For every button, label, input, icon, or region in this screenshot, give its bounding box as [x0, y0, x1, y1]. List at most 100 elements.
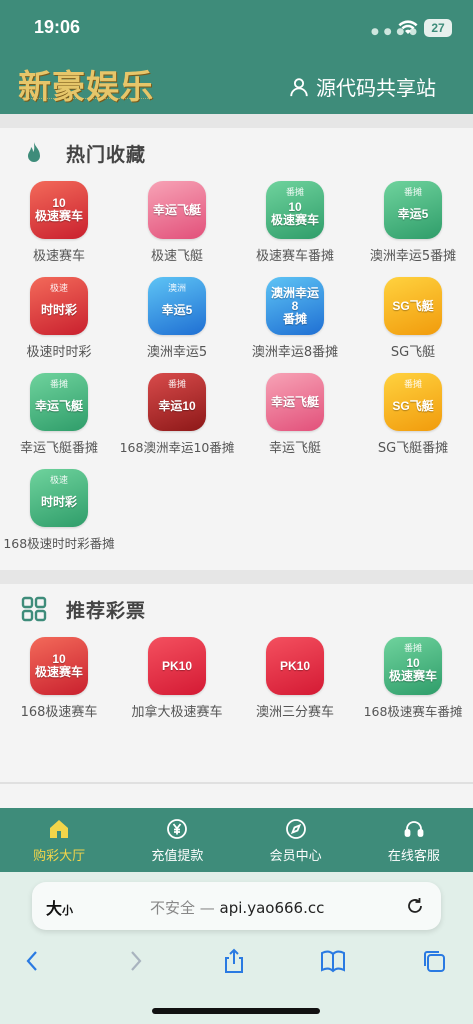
tab-lottery-hall[interactable]: 购彩大厅 [0, 808, 118, 872]
icon-badge: 番摊 [285, 188, 304, 198]
lottery-item-label: 幸运飞艇 [268, 441, 321, 456]
tab-member-center[interactable]: 会员中心 [237, 808, 355, 872]
lottery-item-label: 168极速赛车番摊 [363, 704, 463, 719]
forward-icon[interactable] [122, 948, 148, 974]
share-icon[interactable] [221, 948, 247, 974]
lottery-item[interactable]: PK10 加拿大极速赛车 [118, 634, 236, 730]
lottery-item[interactable]: SG飞艇 SG飞艇 [354, 274, 472, 370]
section-recommended: 推荐彩票 10 极速赛车 168极速赛车 PK10 加拿大极速赛车 PK10 澳洲三分赛车… [0, 584, 473, 730]
headset-icon [404, 821, 424, 837]
lottery-item[interactable]: 番摊 幸运飞艇 幸运飞艇番摊 [0, 370, 118, 466]
tabs-icon[interactable] [421, 948, 447, 974]
lottery-item[interactable]: PK10 澳洲三分赛车 [236, 634, 354, 730]
lottery-logo-icon: 番摊 SG飞艇 [384, 373, 442, 431]
lottery-logo-icon: 极速 时时彩 [30, 469, 88, 527]
lottery-item-label: 幸运飞艇番摊 [19, 441, 98, 456]
tab-label: 在线客服 [387, 849, 440, 864]
lottery-item-label: 极速飞艇 [150, 249, 203, 264]
lottery-item[interactable]: 番摊 幸运10 168澳洲幸运10番摊 [118, 370, 236, 466]
tab-deposit-withdraw[interactable]: 充值提款 [118, 808, 236, 872]
lottery-grid-recommended: 10 极速赛车 168极速赛车 PK10 加拿大极速赛车 PK10 澳洲三分赛车 番摊 10 … [0, 634, 473, 730]
lottery-item[interactable]: 澳洲幸运8 番摊澳洲幸运8番摊 [236, 274, 354, 370]
lottery-item-label: 澳洲幸运8番摊 [251, 345, 339, 360]
lottery-logo-icon: 极速 时时彩 [30, 277, 88, 335]
lottery-item-label: 168极速时时彩番摊 [3, 536, 115, 551]
lottery-logo-icon: 番摊 10 极速赛车 [266, 181, 324, 239]
address-bar[interactable]: 大小 不安全 — api.yao666.cc [32, 882, 441, 930]
icon-badge: 番摊 [167, 380, 186, 390]
lottery-logo-icon: 澳洲 幸运5 [148, 277, 206, 335]
tab-label: 会员中心 [269, 849, 322, 864]
lottery-item[interactable]: 极速 时时彩 168极速时时彩番摊 [0, 466, 118, 562]
text-size-button[interactable]: 大小 [46, 895, 73, 919]
app-header: 19:06 ● ● ● ● 27 新豪娱乐 源代码共享站 [0, 0, 473, 114]
icon-text: 幸运飞艇 [270, 394, 319, 409]
icon-badge: 番摊 [403, 644, 422, 654]
lottery-item[interactable]: 10 极速赛车极速赛车 [0, 178, 118, 274]
icon-badge: 番摊 [403, 188, 422, 198]
lottery-logo-icon: 幸运飞艇 [148, 181, 206, 239]
lottery-item-label: 极速赛车 [32, 249, 85, 264]
lottery-item-label: SG飞艇番摊 [377, 441, 449, 456]
lottery-item[interactable]: 澳洲 幸运5 澳洲幸运5 [118, 274, 236, 370]
lottery-item-label: 极速赛车番摊 [255, 249, 334, 264]
lottery-item[interactable]: 幸运飞艇 幸运飞艇 [236, 370, 354, 466]
lottery-logo-icon: 澳洲幸运8 番摊 [266, 277, 324, 335]
lottery-logo-icon: 番摊幸运5 [384, 181, 442, 239]
icon-text: PK10 [161, 658, 193, 673]
lottery-item-label: 加拿大极速赛车 [131, 705, 223, 720]
icon-text: 10 极速赛车 [34, 196, 83, 223]
lottery-logo-icon: 番摊 10 极速赛车 [384, 637, 442, 695]
lottery-item-label: 澳洲幸运5 [146, 345, 208, 360]
main-content[interactable]: 热门收藏 10 极速赛车 极速赛车 幸运飞艇 极速飞艇 番摊 10 极速赛车 极速赛车番摊番… [0, 114, 473, 808]
content-bottom-divider [0, 782, 473, 784]
icon-badge: 澳洲 [167, 284, 186, 294]
lottery-item[interactable]: 10 极速赛车 168极速赛车 [0, 634, 118, 730]
reload-icon[interactable] [404, 895, 426, 917]
home-icon [50, 820, 69, 838]
section-header: 推荐彩票 [0, 584, 473, 634]
wifi-icon [398, 20, 418, 34]
lottery-grid-hot: 10 极速赛车 极速赛车 幸运飞艇 极速飞艇 番摊 10 极速赛车 极速赛车番摊 番摊 幸运5 澳… [0, 178, 473, 562]
back-icon[interactable] [20, 948, 46, 974]
lottery-item[interactable]: 番摊 10 极速赛车 168极速赛车番摊 [354, 634, 472, 730]
site-account-link[interactable]: 源代码共享站 [288, 72, 436, 101]
lottery-item[interactable]: 极速 时时彩 极速时时彩 [0, 274, 118, 370]
icon-text: 幸运飞艇 [152, 202, 201, 217]
icon-badge: 极速 [49, 476, 68, 486]
icon-badge: 番摊 [403, 380, 422, 390]
tab-label: 购彩大厅 [33, 849, 86, 864]
icon-text: 10 极速赛车 [388, 656, 437, 683]
lottery-item[interactable]: 番摊 SG飞艇 SG飞艇番摊 [354, 370, 472, 466]
icon-text: 10 极速赛车 [34, 652, 83, 679]
tab-online-service[interactable]: 在线客服 [355, 808, 473, 872]
bookmarks-icon[interactable] [320, 948, 346, 974]
section-title: 推荐彩票 [66, 599, 147, 622]
flame-icon [28, 142, 40, 162]
lottery-logo-icon: PK10 [148, 637, 206, 695]
icon-text: 澳洲幸运8 番摊 [270, 285, 319, 326]
bottom-tab-bar: 购彩大厅 充值提款 会员中心 在线客服 [0, 808, 473, 872]
lottery-item[interactable]: 番摊 10 极速赛车极速赛车番摊 [236, 178, 354, 274]
status-time: 19:06 [34, 17, 81, 37]
lottery-item[interactable]: 幸运飞艇 极速飞艇 [118, 178, 236, 274]
icon-text: 幸运飞艇 [34, 398, 83, 413]
icon-text: 幸运5 [397, 206, 429, 221]
lottery-logo-icon: 幸运飞艇 [266, 373, 324, 431]
lottery-logo-icon: 10 极速赛车 [30, 637, 88, 695]
icon-badge: 番摊 [49, 380, 68, 390]
lottery-item-label: 澳洲三分赛车 [255, 705, 334, 720]
site-link-label: 源代码共享站 [316, 76, 436, 100]
battery-indicator: 27 [424, 19, 452, 37]
lottery-item[interactable]: 番摊 幸运5 澳洲幸运5番摊 [354, 178, 472, 274]
yen-icon [167, 819, 188, 839]
grid-icon [21, 596, 47, 622]
icon-text: 10 极速赛车 [270, 200, 319, 227]
lottery-logo-icon: 番摊 幸运飞艇 [30, 373, 88, 431]
lottery-logo-icon: PK10 [266, 637, 324, 695]
section-divider [0, 570, 473, 584]
lottery-logo-icon: SG飞艇 [384, 277, 442, 335]
icon-text: PK10 [279, 658, 311, 673]
lottery-logo-icon: 番摊 幸运10 [148, 373, 206, 431]
icon-badge: 极速 [49, 284, 68, 294]
